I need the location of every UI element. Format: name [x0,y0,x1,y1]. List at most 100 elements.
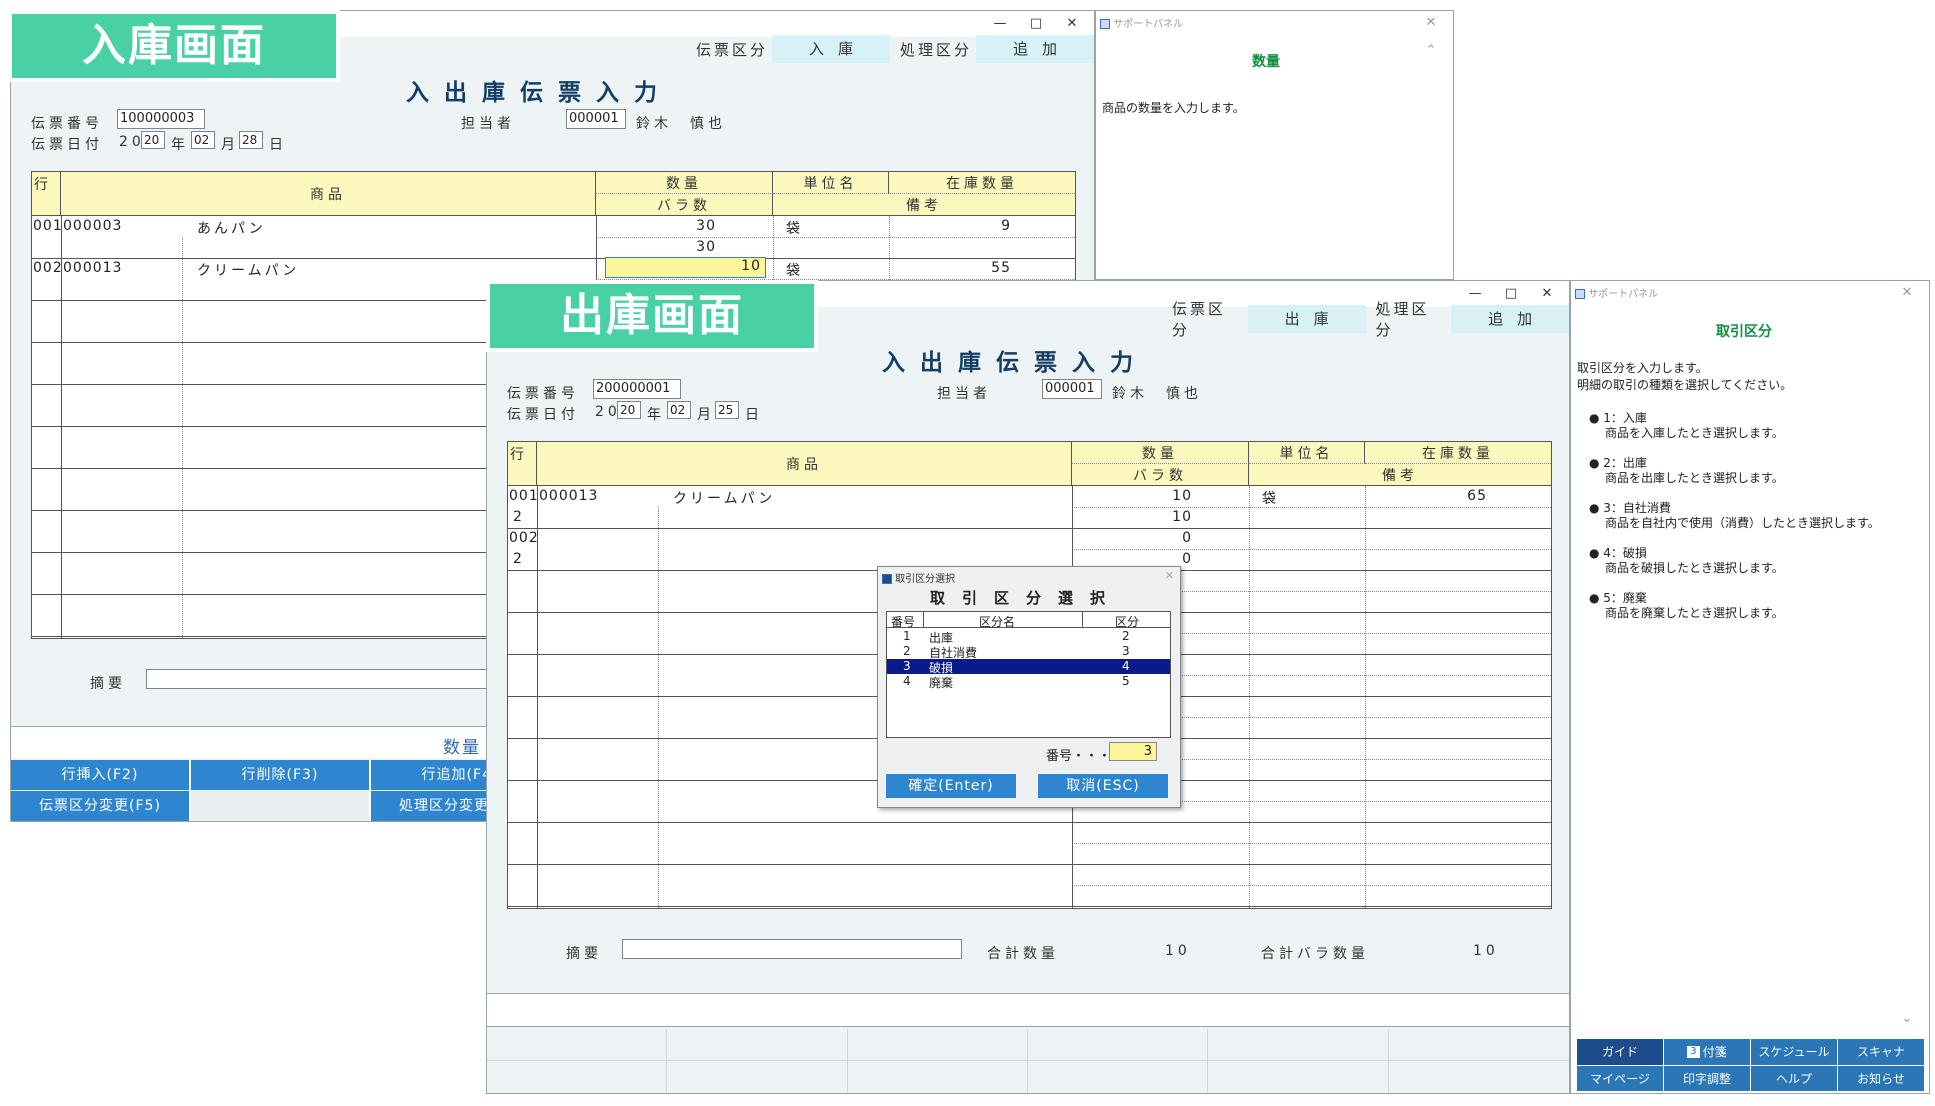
shori-kubun-value[interactable]: 追加 [1451,305,1569,333]
denpyo-kubun-label: 伝票区分 [696,40,769,59]
unit-cell: 袋 [786,263,801,279]
close-icon[interactable]: ✕ [1529,284,1565,304]
header-stock: 在庫数量 [889,172,1075,194]
bara-cell[interactable]: 0 [1072,551,1192,567]
shori-kubun-value[interactable]: 追加 [976,35,1094,63]
qty-cell[interactable]: 30 [596,218,716,234]
fkey-slot [1208,1061,1389,1093]
tanto-name: 鈴木 慎也 [1112,386,1202,402]
grid-col-line [61,216,62,638]
list-item-selected[interactable]: 3 破損 4 [887,659,1170,675]
list-item[interactable]: 2 自社消費 3 [887,644,1170,660]
number-input[interactable]: 3 [1109,742,1157,761]
fkey-slot [487,1029,668,1061]
minimize-icon[interactable]: — [1457,284,1493,304]
panel-title: 取引区分 [1716,324,1772,340]
cancel-button[interactable]: 取消(ESC) [1038,774,1168,798]
grid-col-dot [658,507,659,908]
list-header: 番号 区分名 区分 [887,612,1170,629]
notice-button[interactable]: お知らせ [1838,1066,1925,1092]
row-number: 002 [33,260,63,276]
tekiyo-label: 摘要 [90,676,126,692]
row-sub-kubun[interactable]: 2 [513,551,523,567]
list-header-no: 番号 [891,615,916,629]
year-input[interactable]: 20 [617,401,641,419]
denpyo-bango-input[interactable]: 100000003 [117,109,205,129]
fkey-slot [1389,1061,1569,1093]
fusen-label: 付箋 [1702,1045,1727,1059]
header-row: 行 [508,442,537,486]
header-unit: 単位名 [1249,442,1365,464]
denpyo-bango-label: 伝票番号 [507,386,579,402]
day-input[interactable]: 28 [239,131,263,149]
dialog-caption: 取引区分選択 [882,570,955,585]
grid-line [508,822,1551,823]
close-icon[interactable]: ✕ [1054,14,1090,34]
denpyo-bango-input[interactable]: 200000001 [593,379,681,399]
tanto-code-input[interactable]: 000001 [1042,379,1102,399]
month-input[interactable]: 02 [667,401,691,419]
nyuko-kubun-bar: 伝票区分 入庫 処理区分 追加 [696,35,1094,63]
bara-cell[interactable]: 30 [596,239,716,255]
close-icon[interactable]: ✕ [1165,569,1174,582]
torihiki-kubun-dialog: 取引区分選択 ✕ 取引区分選択 番号 区分名 区分 1 出庫 2 2 自社消費 3 3破… [877,566,1181,808]
year-label: 年 [647,407,665,423]
row-sub-kubun[interactable]: 2 [513,509,523,525]
fkey-slot [667,1061,848,1093]
tanto-code-input[interactable]: 000001 [566,109,626,129]
maximize-icon[interactable]: □ [1493,284,1529,304]
bara-cell[interactable]: 10 [1072,509,1192,525]
fkey-slot [1027,1029,1209,1061]
fusen-button[interactable]: 3 付箋 [1664,1039,1751,1066]
qty-input-active[interactable]: 10 [605,257,766,278]
maximize-icon[interactable]: □ [1018,14,1054,34]
header-stock: 在庫数量 [1365,442,1551,464]
header-item: 商品 [537,442,1072,486]
kubun-list: 番号 区分名 区分 1 出庫 2 2 自社消費 3 3 破損 4 4 廃棄 5 [886,611,1171,738]
schedule-button[interactable]: スケジュール [1751,1039,1838,1066]
grid-col-dot [1365,486,1366,908]
guide-item-desc: 商品を自社内で使用（消費）したとき選択します。 [1605,516,1880,530]
denpyo-kubun-change-button[interactable]: 伝票区分変更(F5) [11,791,191,821]
header-note: 備考 [773,194,1075,216]
denpyo-kubun-value[interactable]: 出庫 [1247,305,1366,333]
denpyo-kubun-label: 伝票区分 [1172,300,1227,339]
list-item[interactable]: 1 出庫 2 [887,629,1170,645]
item-name: クリームパン [197,263,300,279]
minimize-icon[interactable]: — [982,14,1018,34]
guide-button[interactable]: ガイド [1577,1039,1664,1066]
tekiyo-input[interactable] [622,939,962,959]
day-input[interactable]: 25 [715,401,739,419]
month-input[interactable]: 02 [191,131,215,149]
row-insert-button[interactable]: 行挿入(F2) [11,760,191,790]
list-item[interactable]: 4 廃棄 5 [887,674,1170,690]
scanner-button[interactable]: スキャナ [1838,1039,1925,1066]
fusen-badge: 3 [1687,1046,1700,1058]
mypage-button[interactable]: マイページ [1577,1066,1664,1092]
close-icon[interactable]: ✕ [1889,283,1925,303]
help-button[interactable]: ヘルプ [1751,1066,1838,1092]
support-panel-caption: サポートパネル [1100,15,1183,30]
year-input[interactable]: 20 [141,131,165,149]
panel-intro-2: 明細の取引の種類を選択してください。 [1577,378,1793,392]
shori-kubun-label: 処理区分 [1375,300,1430,339]
grid-subline [1072,507,1551,508]
row-delete-button[interactable]: 行削除(F3) [191,760,371,790]
print-adjust-button[interactable]: 印字調整 [1664,1066,1751,1092]
denpyo-kubun-value[interactable]: 入庫 [772,35,890,63]
scroll-up-icon[interactable]: ⌃ [1413,41,1449,61]
header-row: 行 [32,172,61,216]
header-bara: バラ数 [596,194,773,216]
total-bara-label: 合計バラ数量 [1261,946,1369,962]
grid-line [508,906,1551,907]
empty-fkey [191,791,371,821]
scroll-down-icon[interactable]: ⌄ [1889,1009,1925,1029]
grid-col-dot [1249,486,1250,908]
support-panel-2: サポートパネル ✕ 取引区分 取引区分を入力します。 明細の取引の種類を選択して… [1570,280,1930,1094]
fkey-slot [1388,1029,1569,1061]
confirm-button[interactable]: 確定(Enter) [886,774,1016,798]
qty-cell[interactable]: 0 [1072,530,1192,546]
qty-cell[interactable]: 10 [1072,488,1192,504]
close-icon[interactable]: ✕ [1413,13,1449,33]
fkey-slot [848,1061,1028,1093]
